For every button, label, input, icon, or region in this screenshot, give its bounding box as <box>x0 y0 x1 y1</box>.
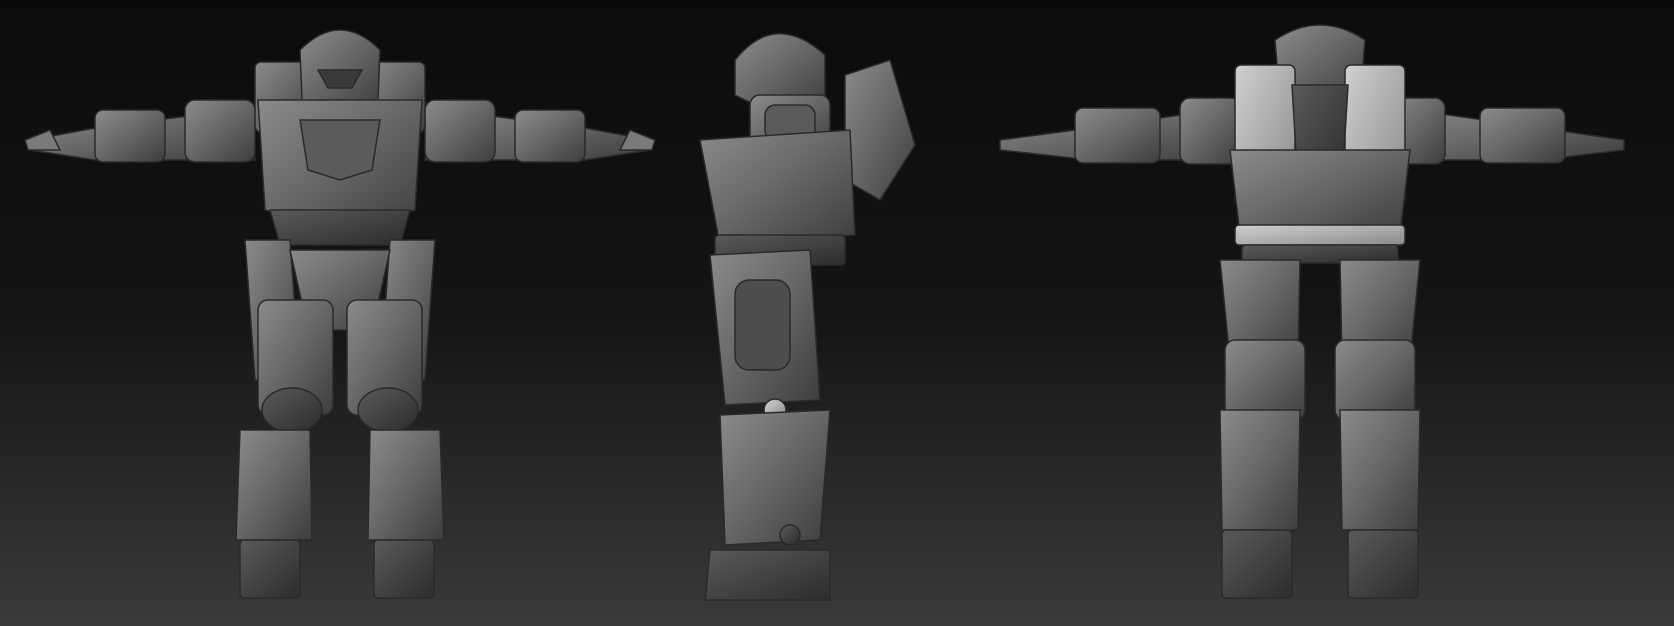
back-figure <box>999 24 1625 599</box>
front-figure <box>24 29 656 599</box>
side-figure <box>699 32 916 601</box>
sculpt-viewport <box>0 0 1674 626</box>
front-view <box>0 0 680 626</box>
back-view <box>980 0 1674 626</box>
side-view <box>680 0 980 626</box>
